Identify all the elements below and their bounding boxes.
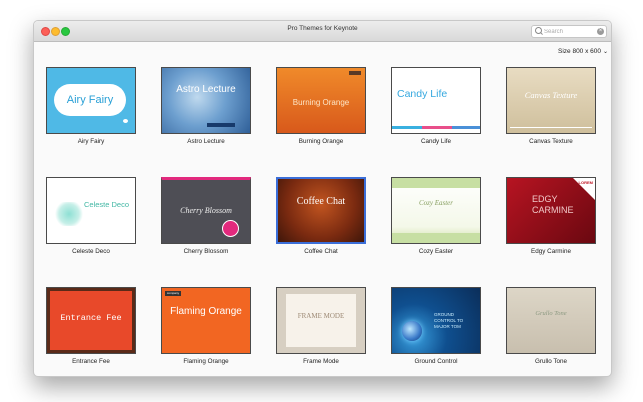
theme-thumbnail[interactable]: company Flaming Orange xyxy=(161,287,251,354)
theme-item-entrance-fee[interactable]: Entrance Fee Entrance Fee xyxy=(44,287,138,376)
theme-name: Frame Mode xyxy=(303,358,339,365)
theme-item-cherry-blossom[interactable]: Cherry Blossom Cherry Blossom xyxy=(159,177,253,277)
inner-frame xyxy=(286,294,356,347)
theme-name: Candy Life xyxy=(420,138,452,145)
slide-title: Coffee Chat xyxy=(296,196,346,207)
search-input[interactable] xyxy=(544,26,594,37)
theme-name: Celeste Deco xyxy=(72,248,110,255)
slide-title: Flaming Orange xyxy=(170,306,242,317)
slide-title: Grullo Tone xyxy=(535,310,567,317)
theme-name: Airy Fairy xyxy=(77,138,105,145)
theme-name: Flaming Orange xyxy=(183,358,229,365)
search-field[interactable]: × xyxy=(531,25,607,38)
title-bar: Pro Themes for Keynote × xyxy=(34,21,611,42)
slide-title: EDGY CARMINE xyxy=(532,194,574,215)
app-window: Pro Themes for Keynote × Size 800 x 600⌄… xyxy=(33,20,612,377)
theme-item-canvas-texture[interactable]: Canvas Texture Canvas Texture xyxy=(504,67,598,167)
theme-name: Grullo Tone xyxy=(534,358,568,365)
theme-thumbnail[interactable]: FRAME MODE xyxy=(276,287,366,354)
theme-item-burning-orange[interactable]: Burning Orange Burning Orange xyxy=(274,67,368,167)
theme-item-candy-life[interactable]: Candy Life Candy Life xyxy=(389,67,483,167)
theme-name: Entrance Fee xyxy=(72,358,110,365)
slide-title: Candy Life xyxy=(397,88,448,100)
theme-thumbnail[interactable]: Celeste Deco xyxy=(46,177,136,244)
slide-title: Celeste Deco xyxy=(84,200,130,209)
theme-thumbnail[interactable]: Coffee Chat xyxy=(276,177,366,244)
theme-thumbnail[interactable]: Candy Life xyxy=(391,67,481,134)
decorative-rule xyxy=(510,127,592,128)
slide-title: Entrance Fee xyxy=(60,313,122,323)
company-tag-label: company xyxy=(166,291,180,295)
theme-name: Astro Lecture xyxy=(187,138,225,145)
logo-tag xyxy=(349,71,361,75)
theme-item-grullo-tone[interactable]: Grullo Tone Grullo Tone xyxy=(504,287,598,376)
decorative-bar xyxy=(207,123,235,127)
theme-thumbnail[interactable]: Airy Fairy xyxy=(46,67,136,134)
slide-title: Astro Lecture xyxy=(176,84,236,95)
slide-title: GROUND CONTROL TO MAJOR TOM xyxy=(434,312,464,329)
decorative-circle xyxy=(222,220,239,237)
theme-item-ground-control[interactable]: GROUND CONTROL TO MAJOR TOM Ground Contr… xyxy=(389,287,483,376)
slide-title: Canvas Texture xyxy=(524,90,578,100)
corner-label: LOREM xyxy=(578,180,593,185)
theme-thumbnail[interactable]: Cherry Blossom xyxy=(161,177,251,244)
speech-bubble-icon xyxy=(123,119,128,123)
globe-icon xyxy=(402,321,422,341)
theme-item-flaming-orange[interactable]: company Flaming Orange Flaming Orange xyxy=(159,287,253,376)
theme-item-cozy-easter[interactable]: Cozy Easter Cozy Easter xyxy=(389,177,483,277)
theme-name: Canvas Texture xyxy=(529,138,573,145)
theme-name: Ground Control xyxy=(414,358,458,365)
header-band xyxy=(392,178,480,188)
clear-search-icon[interactable]: × xyxy=(597,28,604,35)
slide-title: Airy Fairy xyxy=(54,84,126,116)
size-dropdown-label: Size 800 x 600 xyxy=(558,48,602,55)
theme-name: Edgy Carmine xyxy=(531,248,571,255)
window-title: Pro Themes for Keynote xyxy=(287,25,358,32)
theme-thumbnail[interactable]: Entrance Fee xyxy=(46,287,136,354)
theme-item-airy-fairy[interactable]: Airy Fairy Airy Fairy xyxy=(44,67,138,167)
chevron-down-icon: ⌄ xyxy=(603,49,609,55)
slide-title: Cherry Blossom xyxy=(180,206,232,215)
theme-thumbnail[interactable]: Canvas Texture xyxy=(506,67,596,134)
search-icon xyxy=(535,27,542,34)
theme-thumbnail[interactable]: GROUND CONTROL TO MAJOR TOM xyxy=(391,287,481,354)
theme-item-frame-mode[interactable]: FRAME MODE Frame Mode xyxy=(274,287,368,376)
watercolor-splash xyxy=(53,202,85,226)
footer-band xyxy=(392,233,480,243)
theme-item-coffee-chat[interactable]: Coffee Chat Coffee Chat xyxy=(274,177,368,277)
theme-item-astro-lecture[interactable]: Astro Lecture Astro Lecture xyxy=(159,67,253,167)
slide-title: Cozy Easter xyxy=(418,199,454,207)
theme-thumbnail[interactable]: Burning Orange xyxy=(276,67,366,134)
size-dropdown[interactable]: Size 800 x 600 ⌄ xyxy=(558,48,608,55)
theme-thumbnail[interactable]: Grullo Tone xyxy=(506,287,596,354)
slide-title: Burning Orange xyxy=(292,98,350,107)
theme-thumbnail[interactable]: Cozy Easter xyxy=(391,177,481,244)
theme-item-celeste-deco[interactable]: Celeste Deco Celeste Deco xyxy=(44,177,138,277)
theme-item-edgy-carmine[interactable]: LOREM EDGY CARMINE Edgy Carmine xyxy=(504,177,598,277)
slide-title: FRAME MODE xyxy=(297,312,345,320)
candy-stripe xyxy=(392,126,422,129)
theme-thumbnail[interactable]: Astro Lecture xyxy=(161,67,251,134)
candy-stripe xyxy=(452,126,480,129)
theme-name: Cherry Blossom xyxy=(183,248,229,255)
theme-name: Cozy Easter xyxy=(418,248,454,255)
company-tag: company xyxy=(165,291,181,296)
theme-thumbnail[interactable]: LOREM EDGY CARMINE xyxy=(506,177,596,244)
theme-name: Burning Orange xyxy=(298,138,344,145)
candy-stripe xyxy=(422,126,452,129)
theme-name: Coffee Chat xyxy=(304,248,338,255)
